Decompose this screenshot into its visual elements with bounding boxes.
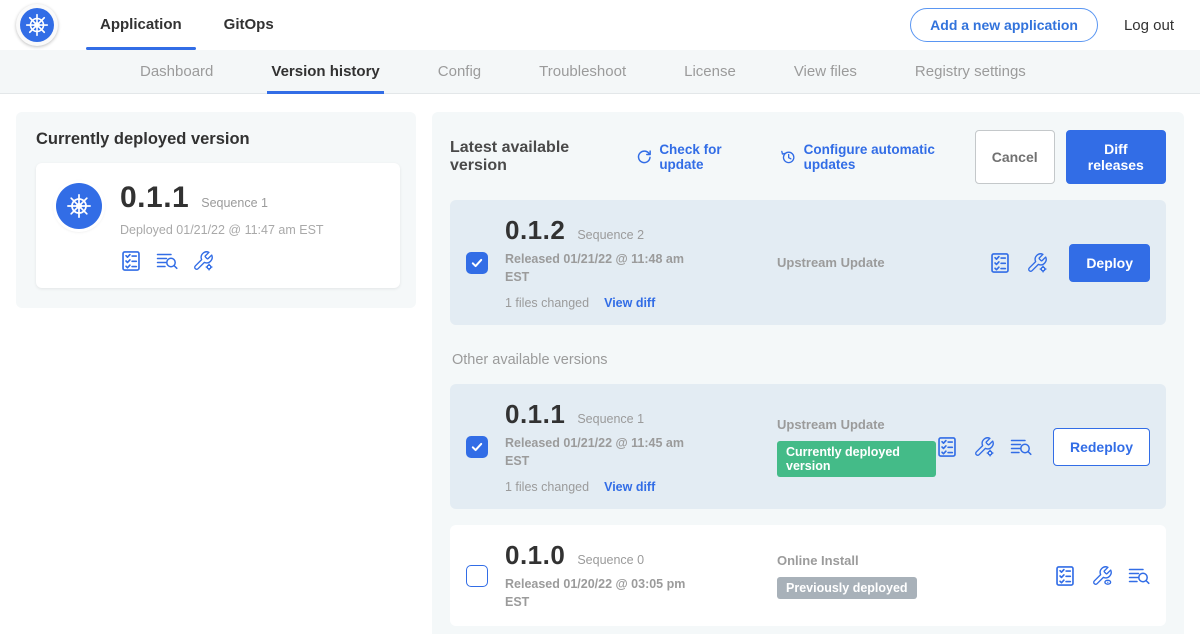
- configure-updates-link[interactable]: Configure automatic updates: [780, 142, 975, 172]
- version-number: 0.1.1: [505, 399, 565, 430]
- helm-wheel-icon: [65, 192, 93, 220]
- view-diff-icon[interactable]: [156, 250, 178, 272]
- latest-version-header: Latest available version Check for updat…: [450, 130, 1166, 184]
- edit-config-icon[interactable]: [973, 436, 995, 458]
- source-label: Online Install: [777, 553, 1054, 568]
- version-actions: Deploy: [989, 244, 1150, 282]
- view-diff-icon[interactable]: [1128, 565, 1150, 587]
- version-row-0-1-1: 0.1.1 Sequence 1 Released 01/21/22 @ 11:…: [450, 384, 1166, 509]
- sequence-label: Sequence 1: [577, 412, 644, 426]
- main-content: Currently deployed version 0.1.1: [0, 94, 1200, 634]
- version-actions: [1054, 565, 1150, 587]
- version-row-0-1-2: 0.1.2 Sequence 2 Released 01/21/22 @ 11:…: [450, 200, 1166, 325]
- version-select-checkbox[interactable]: [466, 436, 488, 458]
- check-for-update-label: Check for update: [659, 142, 760, 172]
- version-select-checkbox[interactable]: [466, 565, 488, 587]
- sequence-label: Sequence 0: [577, 553, 644, 567]
- version-row-0-1-0: 0.1.0 Sequence 0 Released 01/20/22 @ 03:…: [450, 525, 1166, 626]
- preflight-checks-icon[interactable]: [989, 252, 1011, 274]
- version-number: 0.1.0: [505, 540, 565, 571]
- redeploy-button[interactable]: Redeploy: [1053, 428, 1150, 466]
- released-timestamp: Released 01/21/22 @ 11:45 am EST: [505, 435, 705, 470]
- version-info: 0.1.1 Sequence 1 Released 01/21/22 @ 11:…: [505, 399, 743, 494]
- subnav-tab-license[interactable]: License: [684, 50, 736, 94]
- cancel-button[interactable]: Cancel: [975, 130, 1055, 184]
- configure-updates-label: Configure automatic updates: [804, 142, 975, 172]
- subnav-tab-registry-settings[interactable]: Registry settings: [915, 50, 1026, 94]
- deployed-version-number: 0.1.1: [120, 181, 189, 215]
- check-icon: [470, 440, 484, 454]
- deployed-sequence-label: Sequence 1: [201, 196, 268, 210]
- source-label: Upstream Update: [777, 417, 936, 432]
- files-changed-label: 1 files changed: [505, 296, 589, 310]
- currently-deployed-panel: Currently deployed version 0.1.1: [16, 112, 416, 308]
- view-diff-icon[interactable]: [1010, 436, 1032, 458]
- version-number: 0.1.2: [505, 215, 565, 246]
- clock-refresh-icon: [780, 148, 796, 166]
- deployed-version-card: 0.1.1 Sequence 1 Deployed 01/21/22 @ 11:…: [36, 163, 400, 288]
- subnav-tab-dashboard[interactable]: Dashboard: [140, 50, 213, 94]
- other-versions-label: Other available versions: [452, 352, 1166, 368]
- helm-wheel-icon: [24, 12, 50, 38]
- source-label: Upstream Update: [777, 255, 989, 270]
- app-logo: [56, 183, 102, 229]
- latest-version-title: Latest available version: [450, 139, 616, 175]
- logout-link[interactable]: Log out: [1124, 17, 1174, 34]
- tab-gitops[interactable]: GitOps: [224, 0, 274, 50]
- version-info: 0.1.0 Sequence 0 Released 01/20/22 @ 03:…: [505, 540, 743, 611]
- subnav-tab-config[interactable]: Config: [438, 50, 481, 94]
- refresh-icon: [636, 148, 652, 166]
- preflight-checks-icon[interactable]: [936, 436, 958, 458]
- edit-config-icon[interactable]: [1026, 252, 1048, 274]
- view-diff-link[interactable]: View diff: [604, 296, 655, 310]
- released-timestamp: Released 01/21/22 @ 11:48 am EST: [505, 251, 705, 286]
- version-source: Upstream Update Currently deployed versi…: [743, 417, 936, 477]
- kubernetes-logo-circle: [20, 8, 54, 42]
- version-actions: Redeploy: [936, 428, 1150, 466]
- currently-deployed-title: Currently deployed version: [36, 130, 400, 149]
- version-source: Online Install Previously deployed: [743, 553, 1054, 599]
- released-timestamp: Released 01/20/22 @ 03:05 pm EST: [505, 576, 705, 611]
- sequence-label: Sequence 2: [577, 228, 644, 242]
- add-application-button[interactable]: Add a new application: [910, 8, 1098, 42]
- header-right: Add a new application Log out: [910, 8, 1174, 42]
- deploy-button[interactable]: Deploy: [1069, 244, 1150, 282]
- view-diff-link[interactable]: View diff: [604, 480, 655, 494]
- check-for-update-link[interactable]: Check for update: [636, 142, 760, 172]
- version-info: 0.1.2 Sequence 2 Released 01/21/22 @ 11:…: [505, 215, 743, 310]
- deployed-timestamp: Deployed 01/21/22 @ 11:47 am EST: [120, 223, 324, 237]
- subnav-tab-version-history[interactable]: Version history: [271, 50, 379, 94]
- version-history-panel: Latest available version Check for updat…: [432, 112, 1184, 634]
- tab-application[interactable]: Application: [100, 0, 182, 50]
- previously-deployed-badge: Previously deployed: [777, 577, 917, 599]
- edit-config-icon[interactable]: [192, 250, 214, 272]
- version-source: Upstream Update: [743, 255, 989, 270]
- app-subnav: Dashboard Version history Config Trouble…: [0, 50, 1200, 94]
- top-nav-tabs: Application GitOps: [58, 0, 274, 50]
- preflight-checks-icon[interactable]: [120, 250, 142, 272]
- preflight-checks-icon[interactable]: [1054, 565, 1076, 587]
- files-changed-label: 1 files changed: [505, 480, 589, 494]
- view-config-icon[interactable]: [1091, 565, 1113, 587]
- subnav-tab-view-files[interactable]: View files: [794, 50, 857, 94]
- currently-deployed-badge: Currently deployed version: [777, 441, 936, 477]
- check-icon: [470, 256, 484, 270]
- diff-releases-button[interactable]: Diff releases: [1066, 130, 1166, 184]
- kubernetes-logo[interactable]: [16, 4, 58, 46]
- top-header: Application GitOps Add a new application…: [0, 0, 1200, 50]
- deployed-version-info: 0.1.1 Sequence 1 Deployed 01/21/22 @ 11:…: [120, 179, 324, 272]
- version-select-checkbox[interactable]: [466, 252, 488, 274]
- subnav-tab-troubleshoot[interactable]: Troubleshoot: [539, 50, 626, 94]
